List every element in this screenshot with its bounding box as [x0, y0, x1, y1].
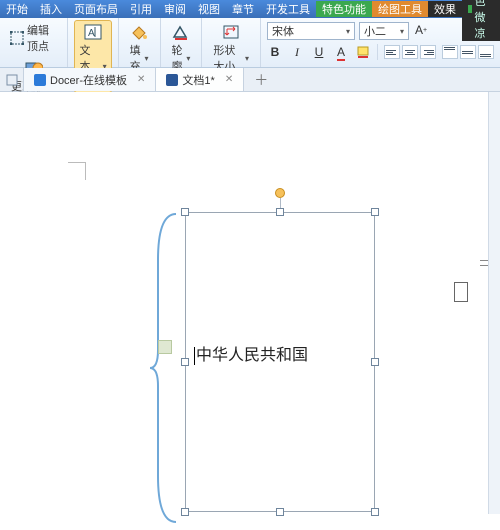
resize-handle-br[interactable]	[371, 508, 379, 516]
font-size-select[interactable]: 小二 ▾	[359, 22, 409, 40]
floating-rect	[454, 282, 468, 302]
close-icon[interactable]: ✕	[137, 74, 145, 85]
textbox-content: 中华人民共和国	[196, 347, 308, 364]
tab-drawing-tools[interactable]: 绘图工具	[372, 1, 428, 17]
doctab-docer-label: Docer-在线模板	[50, 72, 127, 88]
edit-vertex-button[interactable]: 编辑顶点	[6, 20, 61, 56]
new-tab-button[interactable]: ＋	[244, 68, 278, 91]
docer-icon	[34, 74, 46, 86]
tab-section[interactable]: 章节	[226, 1, 260, 17]
text-cursor	[194, 347, 195, 365]
resize-handle-tl[interactable]	[181, 208, 189, 216]
tab-effects[interactable]: 效果	[428, 1, 462, 17]
textbox-frame[interactable]: 中华人民共和国	[185, 212, 375, 512]
align-vertical-group	[442, 45, 494, 59]
edit-vertex-icon	[10, 29, 24, 47]
highlight-button[interactable]	[355, 44, 371, 60]
rotation-handle[interactable]	[275, 188, 285, 198]
svg-text:A: A	[88, 28, 95, 39]
tab-start[interactable]: 开始	[0, 1, 34, 17]
anchor-icon	[158, 340, 172, 354]
align-center-button[interactable]	[402, 45, 418, 59]
word-doc-icon	[166, 74, 178, 86]
align-horizontal-group	[384, 45, 436, 59]
tab-special-features[interactable]: 特色功能	[316, 1, 372, 17]
doctab-docer[interactable]: Docer-在线模板 ✕	[24, 68, 156, 91]
outline-icon	[172, 23, 190, 41]
font-size-value: 小二	[364, 23, 386, 39]
valign-top-button[interactable]	[442, 45, 458, 59]
page: 中华人民共和国	[0, 92, 488, 514]
margin-corner-mark	[68, 162, 86, 180]
resize-handle-tr[interactable]	[371, 208, 379, 216]
shape-size-icon	[222, 23, 240, 41]
tab-view[interactable]: 视图	[192, 1, 226, 17]
font-color-button[interactable]: A	[333, 44, 349, 60]
tab-page-layout[interactable]: 页面布局	[68, 1, 124, 17]
tab-reference[interactable]: 引用	[124, 1, 158, 17]
textbox-text[interactable]: 中华人民共和国	[194, 341, 308, 365]
textbox-icon: A	[84, 23, 102, 41]
app-icon	[468, 5, 472, 13]
resize-handle-b[interactable]	[276, 508, 284, 516]
bold-button[interactable]: B	[267, 44, 283, 60]
left-brace-shape[interactable]	[148, 210, 184, 530]
textbox-shape[interactable]: 中华人民共和国	[185, 212, 375, 512]
resize-handle-r[interactable]	[371, 358, 379, 366]
tab-devtools[interactable]: 开发工具	[260, 1, 316, 17]
underline-button[interactable]: U	[311, 44, 327, 60]
home-icon	[6, 74, 18, 86]
doctab-doc1[interactable]: 文档1* ✕	[156, 68, 244, 91]
edit-vertex-label: 编辑顶点	[27, 22, 57, 54]
resize-handle-bl[interactable]	[181, 508, 189, 516]
chevron-down-icon: ▾	[346, 27, 350, 36]
document-canvas[interactable]: 中华人民共和国	[0, 92, 500, 514]
align-left-button[interactable]	[384, 45, 400, 59]
resize-handle-t[interactable]	[276, 208, 284, 216]
valign-middle-button[interactable]	[460, 45, 476, 59]
doctab-doc1-label: 文档1*	[182, 72, 214, 88]
ribbon: 编辑顶点 更改形状▾ A 文本框▾ 填充▾ 轮廓	[0, 18, 500, 68]
close-icon[interactable]: ✕	[225, 74, 233, 85]
font-name-select[interactable]: 宋体 ▾	[267, 22, 355, 40]
increase-font-button[interactable]: A+	[413, 22, 429, 38]
font-name-value: 宋体	[272, 23, 294, 39]
resize-handle-l[interactable]	[181, 358, 189, 366]
valign-bottom-button[interactable]	[478, 45, 494, 59]
tab-review[interactable]: 审阅	[158, 1, 192, 17]
tab-insert[interactable]: 插入	[34, 1, 68, 17]
edge-marker	[480, 260, 488, 266]
font-group: 宋体 ▾ 小二 ▾ A+ B I U A	[261, 18, 500, 67]
document-tabs: Docer-在线模板 ✕ 文档1* ✕ ＋	[0, 68, 500, 92]
fill-icon	[130, 23, 148, 41]
menu-tabs-bar: 开始 插入 页面布局 引用 审阅 视图 章节 开发工具 特色功能 绘图工具 效果…	[0, 0, 500, 18]
home-tab-button[interactable]	[0, 68, 24, 91]
align-right-button[interactable]	[420, 45, 436, 59]
chevron-down-icon: ▾	[400, 27, 404, 36]
vertical-ruler	[488, 92, 500, 514]
italic-button[interactable]: I	[289, 44, 305, 60]
